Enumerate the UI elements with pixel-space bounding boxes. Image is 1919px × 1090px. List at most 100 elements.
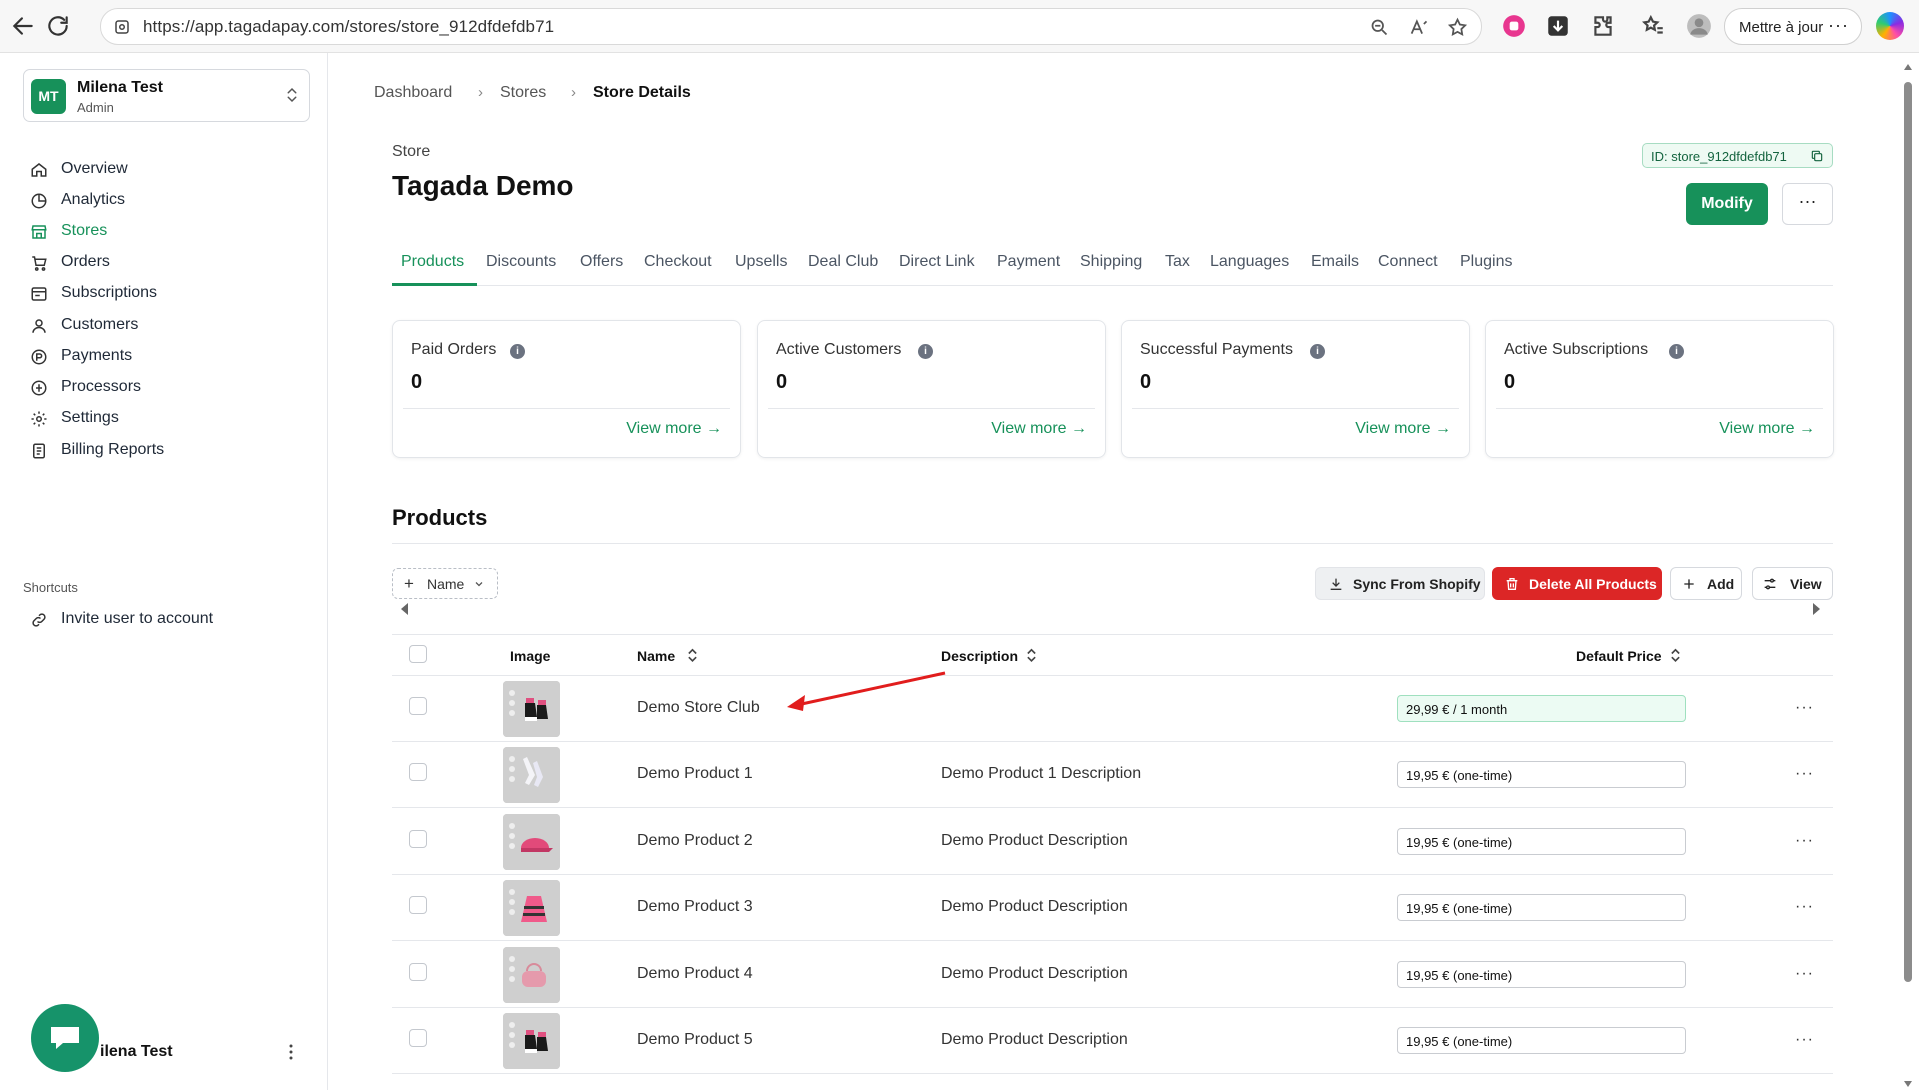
row-checkbox[interactable]	[409, 1029, 427, 1047]
tab-tax[interactable]: Tax	[1165, 253, 1190, 271]
footer-user-name[interactable]: ilena Test	[100, 1043, 173, 1061]
more-options-button[interactable]: ···	[1782, 183, 1833, 225]
scroll-up-icon[interactable]	[1903, 63, 1913, 73]
tab-connect[interactable]: Connect	[1378, 253, 1438, 271]
sort-icon[interactable]	[1670, 648, 1681, 663]
more-vertical-icon[interactable]	[286, 1042, 296, 1062]
tab-discounts[interactable]: Discounts	[486, 253, 556, 271]
select-all-checkbox[interactable]	[409, 645, 427, 663]
sidebar-item-payments[interactable]: Payments	[28, 342, 308, 372]
add-product-button[interactable]: Add	[1670, 567, 1742, 600]
tab-plugins[interactable]: Plugins	[1460, 253, 1512, 271]
sidebar-item-billing-reports[interactable]: Billing Reports	[28, 436, 308, 466]
tab-products[interactable]: Products	[401, 253, 464, 271]
view-more-link[interactable]: View more →	[1719, 420, 1815, 438]
table-row[interactable]: Demo Product 4 Demo Product Description 19…	[392, 942, 1833, 1008]
breadcrumb-stores[interactable]: Stores	[500, 84, 546, 102]
row-checkbox[interactable]	[409, 697, 427, 715]
store-id-badge[interactable]: ID: store_912dfdefdb71	[1642, 143, 1833, 168]
sidebar-item-overview[interactable]: Overview	[28, 155, 308, 185]
row-actions-icon[interactable]: ···	[1795, 898, 1814, 916]
update-browser-button[interactable]: Mettre à jour ···	[1724, 8, 1862, 45]
column-header-description[interactable]: Description	[941, 648, 1018, 664]
download-extension-icon[interactable]	[1545, 13, 1571, 39]
tab-checkout[interactable]: Checkout	[644, 253, 712, 271]
product-name[interactable]: Demo Product 3	[637, 898, 753, 916]
breadcrumb-dashboard[interactable]: Dashboard	[374, 84, 452, 102]
reload-icon[interactable]	[45, 13, 71, 39]
row-checkbox[interactable]	[409, 829, 427, 848]
product-name[interactable]: Demo Product 2	[637, 832, 753, 850]
tab-offers[interactable]: Offers	[580, 253, 623, 271]
url-text[interactable]: https://app.tagadapay.com/stores/store_9…	[143, 17, 554, 37]
browser-menu-icon[interactable]: ···	[1828, 15, 1849, 36]
row-actions-icon[interactable]: ···	[1795, 1031, 1814, 1049]
product-name[interactable]: Demo Product 4	[637, 965, 753, 983]
copy-icon[interactable]	[1810, 149, 1824, 163]
chat-widget-button[interactable]	[31, 1004, 99, 1072]
account-switcher[interactable]: MT Milena Test Admin	[23, 69, 310, 122]
tab-emails[interactable]: Emails	[1311, 253, 1359, 271]
sidebar-item-customers[interactable]: Customers	[28, 311, 308, 341]
extension-pink-icon[interactable]	[1501, 13, 1527, 39]
info-icon[interactable]: i	[510, 344, 525, 359]
view-more-link[interactable]: View more →	[626, 420, 722, 438]
row-actions-icon[interactable]: ···	[1795, 699, 1814, 717]
address-bar[interactable]: https://app.tagadapay.com/stores/store_9…	[100, 8, 1482, 45]
table-row[interactable]: Demo Product 1 Demo Product 1 Description…	[392, 742, 1833, 809]
row-checkbox[interactable]	[409, 763, 427, 782]
product-name[interactable]: Demo Product 1	[637, 765, 753, 783]
row-actions-icon[interactable]: ···	[1795, 965, 1814, 983]
modify-button[interactable]: Modify	[1686, 183, 1768, 225]
row-actions-icon[interactable]: ···	[1795, 765, 1814, 783]
table-row[interactable]: Demo Product 3 Demo Product Description 19…	[392, 875, 1833, 942]
sidebar-item-orders[interactable]: Orders	[28, 248, 308, 278]
sidebar-item-stores[interactable]: Stores	[28, 217, 308, 247]
product-name[interactable]: Demo Store Club	[637, 699, 760, 717]
product-name[interactable]: Demo Product 5	[637, 1031, 753, 1049]
sort-icon[interactable]	[687, 648, 698, 663]
tab-deal-club[interactable]: Deal Club	[808, 253, 878, 271]
zoom-icon[interactable]	[1369, 17, 1390, 38]
scroll-left-icon[interactable]	[399, 602, 409, 616]
sync-from-shopify-button[interactable]: Sync From Shopify	[1315, 567, 1485, 600]
scrollbar-thumb[interactable]	[1904, 82, 1912, 982]
back-icon[interactable]	[10, 13, 36, 39]
name-filter-button[interactable]: + Name	[392, 568, 498, 599]
row-checkbox[interactable]	[409, 962, 427, 981]
profile-avatar-icon[interactable]	[1686, 13, 1712, 39]
view-more-link[interactable]: View more →	[991, 420, 1087, 438]
shortcut-invite-user[interactable]: Invite user to account	[28, 605, 308, 635]
row-actions-icon[interactable]: ···	[1795, 832, 1814, 850]
column-header-default-price[interactable]: Default Price	[1576, 648, 1662, 664]
extensions-puzzle-icon[interactable]	[1590, 13, 1616, 39]
column-header-name[interactable]: Name	[637, 648, 675, 664]
delete-all-products-button[interactable]: Delete All Products	[1492, 567, 1662, 600]
table-row[interactable]: Demo Product 5 Demo Product Description 19…	[392, 1008, 1833, 1074]
favorite-star-icon[interactable]	[1447, 17, 1468, 38]
tab-languages[interactable]: Languages	[1210, 253, 1289, 271]
sidebar-item-processors[interactable]: Processors	[28, 373, 308, 403]
info-icon[interactable]: i	[1669, 344, 1684, 359]
sidebar-item-subscriptions[interactable]: Subscriptions	[28, 279, 308, 309]
scroll-right-icon[interactable]	[1812, 602, 1822, 616]
view-more-link[interactable]: View more →	[1355, 420, 1451, 438]
tab-shipping[interactable]: Shipping	[1080, 253, 1142, 271]
tab-payment[interactable]: Payment	[997, 253, 1060, 271]
sidebar-item-settings[interactable]: Settings	[28, 404, 308, 434]
table-row[interactable]: Demo Product 2 Demo Product Description 19…	[392, 809, 1833, 875]
row-checkbox[interactable]	[409, 896, 427, 915]
table-row[interactable]: Demo Store Club 29,99 € / 1 month ···	[392, 676, 1833, 742]
tab-upsells[interactable]: Upsells	[735, 253, 787, 271]
favorites-icon[interactable]	[1640, 13, 1666, 39]
sort-icon[interactable]	[1026, 648, 1037, 663]
tab-direct-link[interactable]: Direct Link	[899, 253, 975, 271]
sidebar-item-analytics[interactable]: Analytics	[28, 186, 308, 216]
page-scrollbar[interactable]	[1901, 58, 1915, 1090]
copilot-icon[interactable]	[1876, 12, 1904, 40]
view-options-button[interactable]: View	[1752, 567, 1833, 600]
info-icon[interactable]: i	[918, 344, 933, 359]
read-aloud-icon[interactable]	[1409, 17, 1430, 38]
info-icon[interactable]: i	[1310, 344, 1325, 359]
scroll-down-icon[interactable]	[1903, 1078, 1913, 1088]
